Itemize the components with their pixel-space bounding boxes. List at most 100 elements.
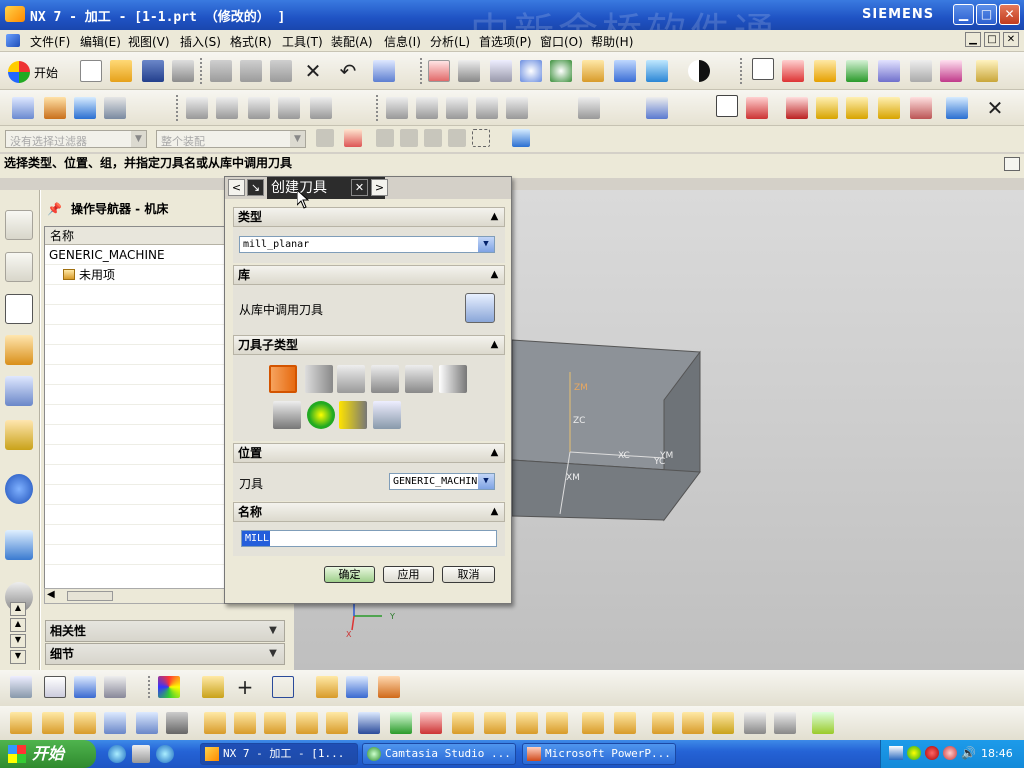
barrel-icon[interactable] [405,365,433,393]
snap-point-icon[interactable] [344,129,362,147]
delete-object-icon[interactable]: ✕ [984,97,1006,119]
tool-icon-q[interactable] [516,712,538,734]
location-section-header[interactable]: 位置 ▲ [233,443,505,463]
workpiece-icon[interactable] [946,97,968,119]
shop-doc-icon[interactable] [816,97,838,119]
tool-holder-icon[interactable] [373,401,401,429]
scroll-bottom-icon[interactable]: ▼ [10,650,26,664]
dialog-forward-icon[interactable]: > [371,179,388,196]
maximize-cue-icon[interactable] [1004,157,1020,171]
ball-mill-icon[interactable] [305,365,333,393]
system-materials-icon[interactable] [5,420,33,450]
tool-icon-b[interactable] [42,712,64,734]
thread-mill-icon[interactable] [439,365,467,393]
tool-icon-n[interactable] [420,712,442,734]
horizontal-scrollbar[interactable]: ◀ [44,588,226,604]
rectangle-select-icon[interactable] [472,129,490,147]
tool-icon-k[interactable] [326,712,348,734]
menu-preferences[interactable]: 首选项(P) [479,33,532,50]
volume-icon[interactable]: 🔊 [961,746,976,760]
tool-icon-d[interactable] [104,712,126,734]
tool-icon-o[interactable] [452,712,474,734]
menu-tools[interactable]: 工具(T) [282,33,323,50]
scroll-up-icon[interactable]: ▲ [10,602,26,616]
menu-edit[interactable]: 编辑(E) [80,33,121,50]
tool-icon-u[interactable] [652,712,674,734]
scope-combo[interactable]: 整个装配 ▼ [156,130,306,148]
minimize-button[interactable]: ▁ [953,4,974,25]
feature-rule-icon[interactable] [448,129,466,147]
tool-icon-y[interactable] [774,712,796,734]
quicklaunch-icon[interactable] [132,745,150,763]
tool-icon-v[interactable] [682,712,704,734]
orient-view-icon[interactable] [646,60,668,82]
scroll-down-icon[interactable]: ▼ [10,634,26,648]
tool-icon-z[interactable] [812,712,834,734]
tool-icon-m[interactable] [390,712,412,734]
open-folder-icon[interactable] [110,60,132,82]
output-icon[interactable] [910,97,932,119]
tool-icon-x[interactable] [744,712,766,734]
scroll-up-small-icon[interactable]: ▲ [10,618,26,632]
display-object-icon[interactable] [578,97,600,119]
tool-icon-p[interactable] [484,712,506,734]
cut-object-icon[interactable] [416,97,438,119]
close-button[interactable]: ✕ [999,4,1020,25]
details-section[interactable]: 细节 ▼ [45,643,285,665]
postprocess-icon[interactable] [786,97,808,119]
scroll-left-icon[interactable]: ◀ [47,589,55,600]
method-view-icon[interactable] [278,97,300,119]
tool-path-icon[interactable] [716,95,738,117]
magnify-icon[interactable] [520,60,542,82]
tool-icon-s[interactable] [582,712,604,734]
dialog-reset-icon[interactable]: ↘ [247,179,264,196]
tray-icon-a[interactable] [907,746,921,760]
create-tool-icon[interactable] [44,676,66,698]
maximize-button[interactable]: □ [976,4,997,25]
doc-minimize-button[interactable]: ▁ [965,32,981,47]
measure-icon[interactable] [976,60,998,82]
reuse-library-icon[interactable] [5,335,33,365]
tool-icon-c[interactable] [74,712,96,734]
generate-path-icon[interactable] [846,60,868,82]
type-select[interactable]: mill_planar ▼ [239,236,495,253]
task-nx[interactable]: NX 7 - 加工 - [1... [200,743,358,765]
tree-row-generic-machine[interactable]: GENERIC_MACHINE [45,245,225,265]
scroll-thumb[interactable] [67,591,113,601]
zoom-window-icon[interactable] [458,60,480,82]
menu-information[interactable]: 信息(I) [384,33,421,50]
zoom-icon[interactable] [490,60,512,82]
information-icon[interactable] [646,97,668,119]
select-cursor-icon[interactable] [910,60,932,82]
shaded-view-icon[interactable] [614,60,636,82]
create-method-icon[interactable] [104,676,126,698]
resource-scroller[interactable]: ▲ ▲ ▼ ▼ [10,602,26,668]
sketch-icon[interactable] [316,676,338,698]
tool-view-icon[interactable] [310,97,332,119]
tool-icon-i[interactable] [264,712,286,734]
navigator-tree[interactable]: 名称 GENERIC_MACHINE 未用项 [44,226,226,596]
start-button[interactable]: 开始 [0,740,96,768]
t-cutter-icon[interactable] [371,365,399,393]
create-program-icon[interactable] [10,676,32,698]
ie-icon[interactable] [108,745,126,763]
rename-icon[interactable] [506,97,528,119]
wcs-icon[interactable] [752,58,774,80]
rotate-icon[interactable] [550,60,572,82]
print-icon[interactable] [172,60,194,82]
point-plus-icon[interactable]: + [234,676,256,698]
tool-icon-t[interactable] [614,712,636,734]
fit-view-icon[interactable] [428,60,450,82]
save-icon[interactable] [142,60,164,82]
ok-button[interactable]: 确定 [324,566,375,583]
drilling-tool-icon[interactable] [339,401,367,429]
menu-file[interactable]: 文件(F) [30,33,70,50]
copy-icon[interactable] [240,60,262,82]
menu-window[interactable]: 窗口(O) [540,33,583,50]
cut-icon[interactable] [210,60,232,82]
tool-icon-j[interactable] [296,712,318,734]
task-powerpoint[interactable]: Microsoft PowerP... [522,743,676,765]
filter-icon[interactable] [940,60,962,82]
holding-system-icon[interactable] [307,401,335,429]
type-section-header[interactable]: 类型 ▲ [233,207,505,227]
